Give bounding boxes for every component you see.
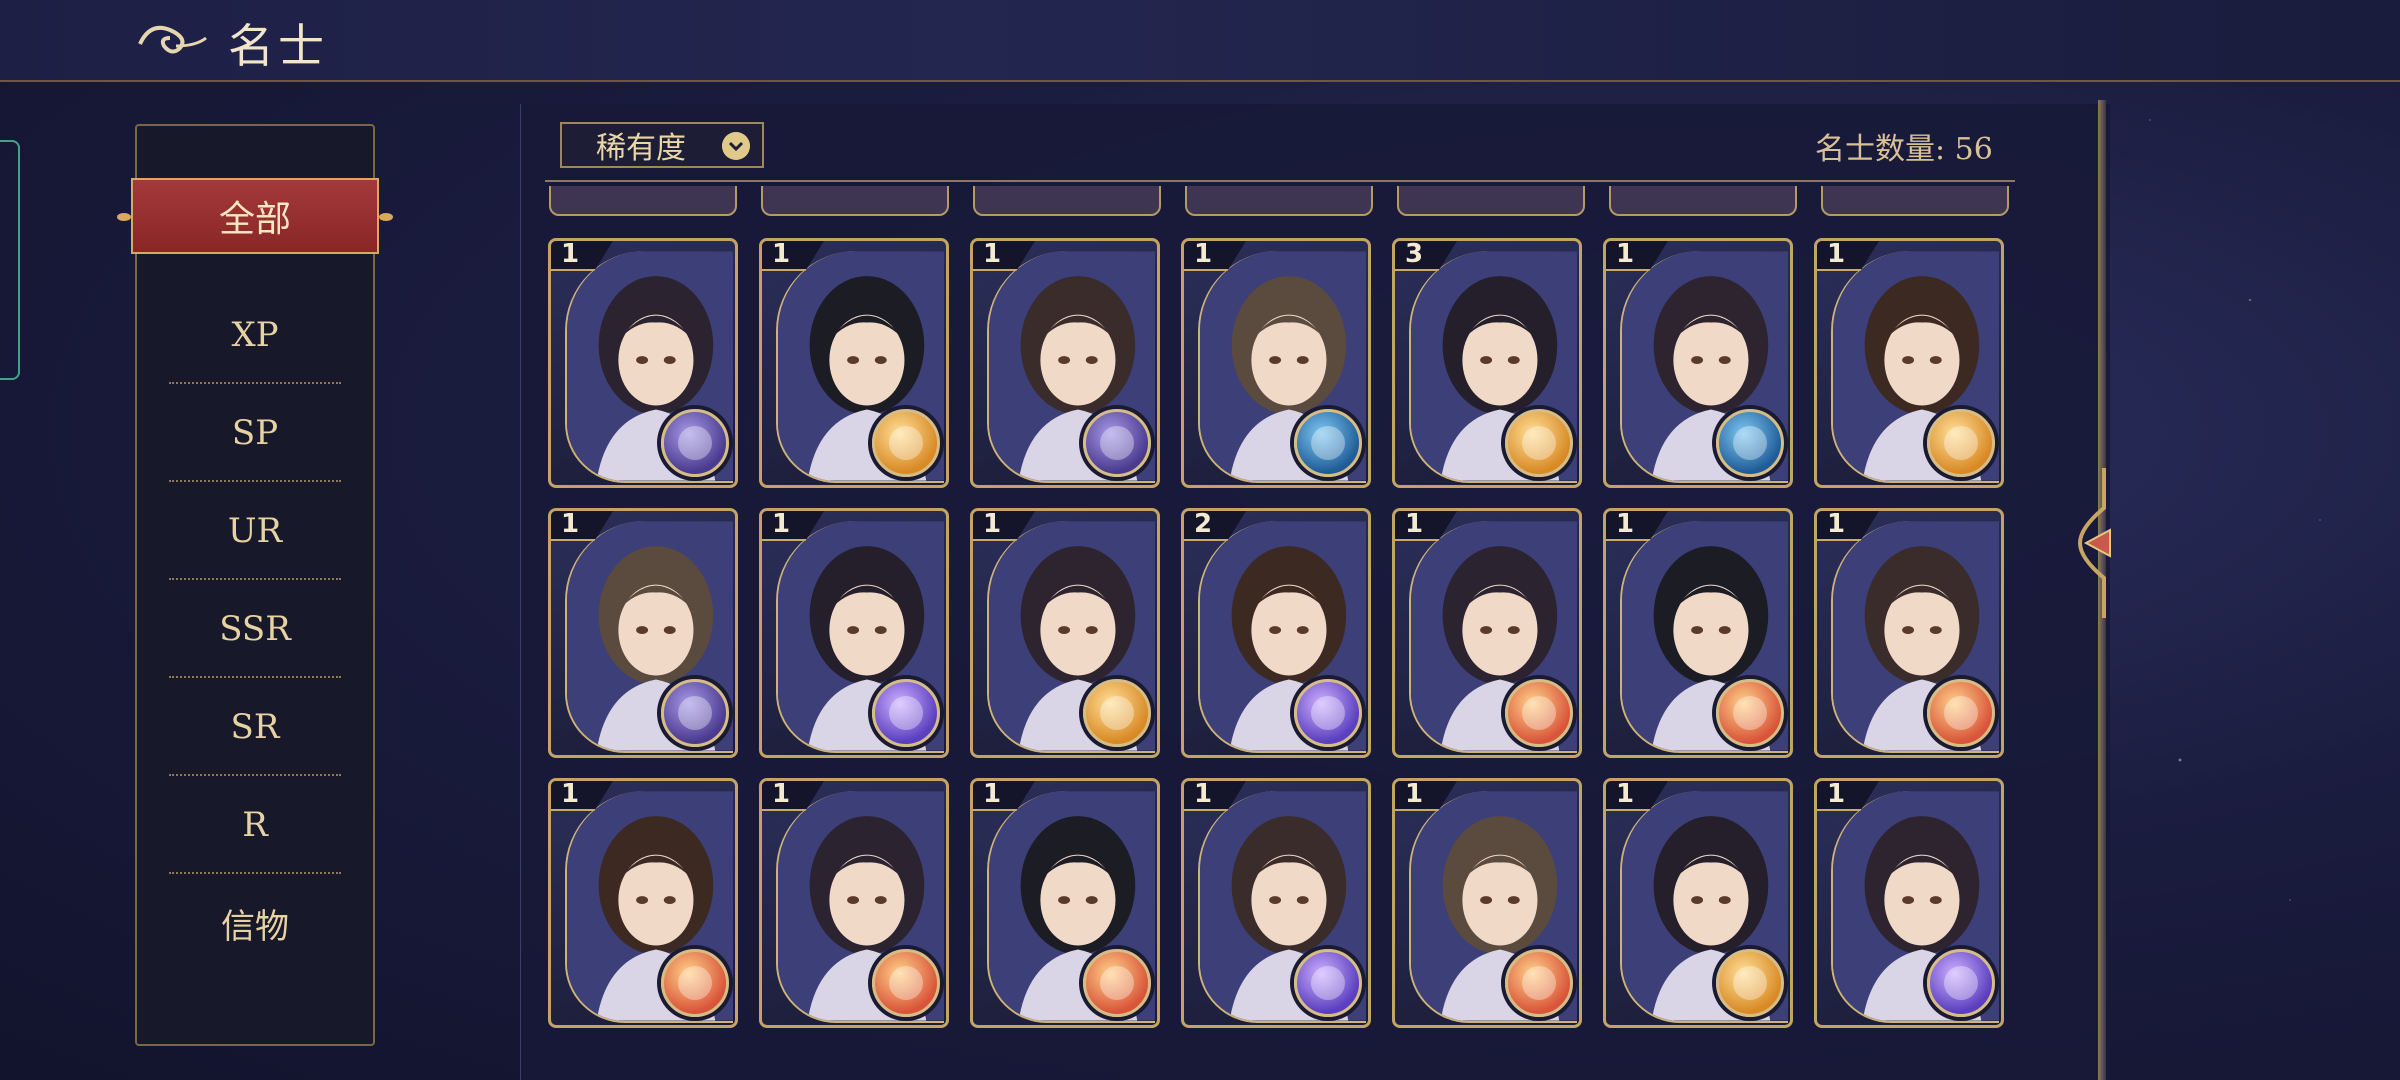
sidebar-item-label: 信物 bbox=[221, 906, 289, 947]
sidebar-item-label: SP bbox=[231, 413, 279, 453]
rarity-sidebar: 全部 XP SP UR SSR SR R 信物 bbox=[117, 124, 393, 1046]
character-count: 名士数量: 56 bbox=[1815, 132, 1993, 167]
level-number: 1 bbox=[1616, 239, 1635, 269]
level-number: 1 bbox=[983, 779, 1002, 809]
red-element-icon bbox=[1083, 949, 1151, 1017]
purple-element-icon bbox=[872, 679, 940, 747]
page-title: 名士 bbox=[228, 19, 328, 73]
sidebar-item-label: UR bbox=[227, 511, 283, 551]
character-card[interactable]: 1 bbox=[970, 508, 1160, 758]
divider bbox=[545, 180, 2015, 182]
sidebar-item-label: SSR bbox=[219, 609, 291, 649]
character-card[interactable]: 1 bbox=[759, 238, 949, 488]
character-card[interactable]: 1 bbox=[970, 238, 1160, 488]
level-number: 1 bbox=[772, 779, 791, 809]
level-number: 1 bbox=[1827, 509, 1846, 539]
blue-element-icon bbox=[1294, 409, 1362, 477]
clipped-card bbox=[1609, 186, 1797, 216]
character-card[interactable]: 1 bbox=[1392, 778, 1582, 1028]
character-card[interactable]: 1 bbox=[1603, 778, 1793, 1028]
clipped-card bbox=[973, 186, 1161, 216]
sidebar-item-sr[interactable]: SR bbox=[137, 678, 373, 776]
sidebar-item-ur[interactable]: UR bbox=[137, 482, 373, 580]
violet-element-icon bbox=[1083, 409, 1151, 477]
sidebar-item-ssr[interactable]: SSR bbox=[137, 580, 373, 678]
red-element-icon bbox=[872, 949, 940, 1017]
violet-element-icon bbox=[661, 409, 729, 477]
level-number: 2 bbox=[1194, 509, 1213, 539]
blue-element-icon bbox=[1716, 409, 1784, 477]
level-number: 3 bbox=[1405, 239, 1424, 269]
level-number: 1 bbox=[1405, 509, 1424, 539]
character-card[interactable]: 1 bbox=[548, 508, 738, 758]
red-element-icon bbox=[1927, 679, 1995, 747]
level-number: 1 bbox=[772, 509, 791, 539]
red-element-icon bbox=[1716, 679, 1784, 747]
cloud-swirl-icon bbox=[138, 25, 207, 54]
gold-element-icon bbox=[1927, 409, 1995, 477]
character-card[interactable]: 1 bbox=[1603, 238, 1793, 488]
sidebar-item-label: SR bbox=[230, 707, 280, 747]
clipped-card bbox=[1397, 186, 1585, 216]
purple-element-icon bbox=[1927, 949, 1995, 1017]
level-number: 1 bbox=[983, 509, 1002, 539]
clipped-card-row bbox=[545, 186, 2015, 218]
character-card[interactable]: 1 bbox=[1392, 508, 1582, 758]
purple-element-icon bbox=[1294, 679, 1362, 747]
character-card[interactable]: 1 bbox=[759, 778, 949, 1028]
level-number: 1 bbox=[561, 239, 580, 269]
character-card[interactable]: 1 bbox=[1603, 508, 1793, 758]
left-edge-tab[interactable] bbox=[0, 140, 20, 380]
level-number: 1 bbox=[561, 509, 580, 539]
red-element-icon bbox=[1505, 949, 1573, 1017]
clipped-card bbox=[549, 186, 737, 216]
sidebar-item-label: XP bbox=[231, 315, 279, 355]
purple-element-icon bbox=[1294, 949, 1362, 1017]
clipped-card bbox=[761, 186, 949, 216]
level-number: 1 bbox=[1194, 779, 1213, 809]
level-number: 1 bbox=[1616, 779, 1635, 809]
level-number: 1 bbox=[1827, 779, 1846, 809]
level-number: 1 bbox=[1827, 239, 1846, 269]
level-number: 1 bbox=[772, 239, 791, 269]
character-card[interactable]: 1 bbox=[970, 778, 1160, 1028]
character-card[interactable]: 1 bbox=[1814, 778, 2004, 1028]
collapse-panel-button[interactable] bbox=[2074, 468, 2124, 618]
character-card[interactable]: 1 bbox=[759, 508, 949, 758]
sidebar-item-all[interactable]: 全部 bbox=[117, 178, 393, 254]
gold-element-icon bbox=[1083, 679, 1151, 747]
sidebar-item-sp[interactable]: SP bbox=[137, 384, 373, 482]
character-card[interactable]: 1 bbox=[1814, 508, 2004, 758]
level-number: 1 bbox=[1194, 239, 1213, 269]
sidebar-item-xp[interactable]: XP bbox=[137, 286, 373, 384]
gold-element-icon bbox=[1505, 409, 1573, 477]
character-card[interactable]: 1 bbox=[548, 778, 738, 1028]
level-number: 1 bbox=[983, 239, 1002, 269]
character-card[interactable]: 1 bbox=[1181, 778, 1371, 1028]
chevron-down-icon bbox=[722, 132, 750, 160]
violet-element-icon bbox=[661, 679, 729, 747]
level-number: 1 bbox=[1616, 509, 1635, 539]
sort-label: 稀有度 bbox=[596, 131, 686, 166]
sort-dropdown[interactable]: 稀有度 bbox=[560, 122, 764, 168]
gold-element-icon bbox=[1716, 949, 1784, 1017]
character-card[interactable]: 3 bbox=[1392, 238, 1582, 488]
clipped-card bbox=[1821, 186, 2009, 216]
level-number: 1 bbox=[561, 779, 580, 809]
red-element-icon bbox=[1505, 679, 1573, 747]
sidebar-item-label: R bbox=[242, 805, 268, 845]
character-card[interactable]: 1 bbox=[1181, 238, 1371, 488]
red-element-icon bbox=[661, 949, 729, 1017]
page-header: 名士 bbox=[0, 0, 2400, 82]
gold-element-icon bbox=[872, 409, 940, 477]
sidebar-item-r[interactable]: R bbox=[137, 776, 373, 874]
character-card[interactable]: 2 bbox=[1181, 508, 1371, 758]
character-card[interactable]: 1 bbox=[548, 238, 738, 488]
sidebar-item-keepsake[interactable]: 信物 bbox=[137, 874, 373, 972]
level-number: 1 bbox=[1405, 779, 1424, 809]
clipped-card bbox=[1185, 186, 1373, 216]
character-card[interactable]: 1 bbox=[1814, 238, 2004, 488]
